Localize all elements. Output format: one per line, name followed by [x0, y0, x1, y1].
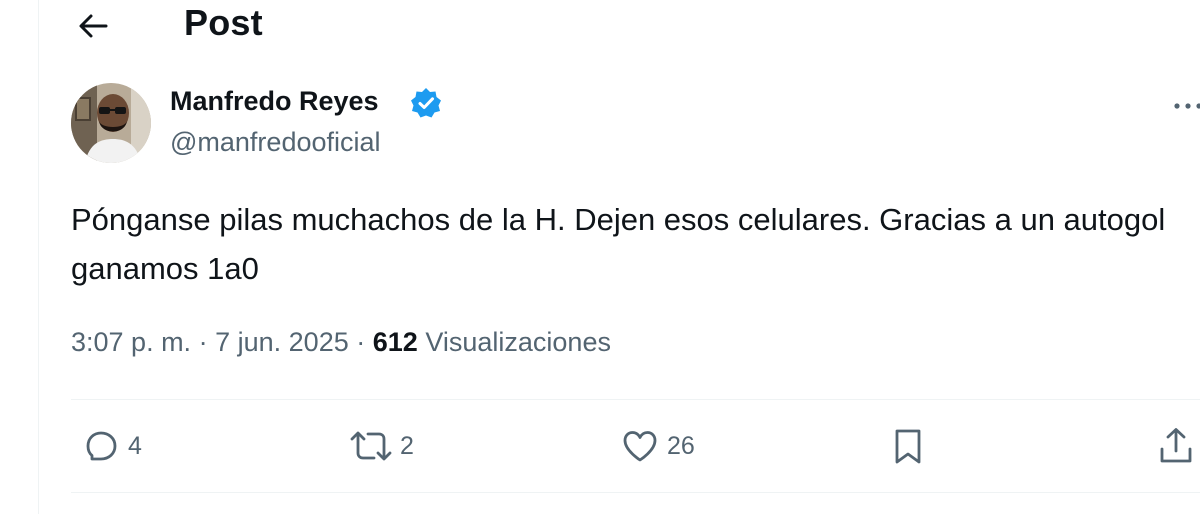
post-meta: 3:07 p. m. · 7 jun. 2025 · 612 Visualiza… — [71, 327, 611, 358]
meta-separator: · — [356, 327, 366, 357]
more-options-button[interactable] — [1164, 92, 1200, 118]
more-horizontal-icon — [1174, 103, 1200, 109]
repost-icon — [350, 431, 392, 461]
views-count: 612 — [372, 327, 418, 357]
like-count: 26 — [667, 431, 695, 460]
author-name[interactable]: Manfredo Reyes — [170, 86, 379, 117]
page-title: Post — [184, 2, 263, 43]
post-time[interactable]: 3:07 p. m. — [71, 327, 191, 357]
heart-icon — [623, 431, 657, 462]
arrow-left-icon — [79, 14, 108, 38]
post-date[interactable]: 7 jun. 2025 — [215, 327, 349, 357]
divider-top — [71, 399, 1200, 400]
like-button[interactable]: 26 — [619, 425, 695, 467]
author-handle[interactable]: @manfredooficial — [170, 127, 381, 158]
share-button[interactable] — [1156, 425, 1196, 467]
share-icon — [1160, 428, 1192, 463]
reply-count: 4 — [128, 431, 142, 460]
post-text: Pónganse pilas muchachos de la H. Dejen … — [71, 202, 1166, 286]
bookmark-button[interactable] — [887, 425, 929, 467]
divider-bottom — [71, 492, 1200, 493]
column-border — [38, 0, 39, 514]
avatar[interactable] — [71, 83, 151, 163]
repost-count: 2 — [400, 431, 414, 460]
views-label: Visualizaciones — [425, 327, 611, 357]
avatar-photo — [71, 83, 151, 163]
back-button[interactable] — [66, 6, 120, 46]
bookmark-icon — [895, 429, 921, 464]
repost-button[interactable]: 2 — [348, 425, 414, 467]
reply-icon — [86, 431, 117, 461]
meta-separator: · — [198, 327, 208, 357]
reply-button[interactable]: 4 — [80, 425, 142, 467]
verified-badge-icon — [411, 88, 441, 118]
